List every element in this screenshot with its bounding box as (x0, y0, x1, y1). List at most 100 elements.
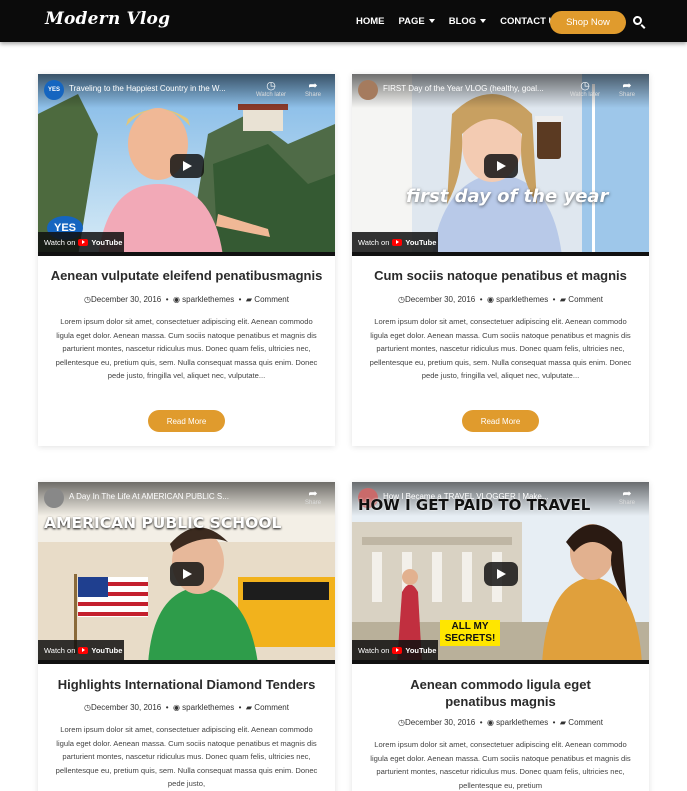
play-button[interactable] (170, 154, 204, 178)
channel-avatar[interactable] (44, 488, 64, 508)
post-excerpt: Lorem ipsum dolor sit amet, consectetuer… (55, 725, 318, 788)
read-more-button[interactable]: Read More (148, 410, 225, 432)
share-label: Share (618, 92, 635, 98)
watch-on-label: Watch on (44, 645, 76, 655)
share-icon: ➦ (622, 488, 632, 500)
watch-later-button[interactable]: ◷ Watch later (252, 80, 290, 98)
post-author[interactable]: sparklethemes (182, 295, 234, 304)
youtube-label: YouTube (91, 237, 123, 247)
post-author[interactable]: sparklethemes (182, 703, 234, 712)
play-button[interactable] (484, 154, 518, 178)
post-meta: ◷December 30, 2016 • ◉ sparklethemes • ▰… (398, 295, 603, 304)
video-title[interactable]: FIRST Day of the Year VLOG (healthy, goa… (383, 84, 563, 93)
user-icon: ◉ (486, 718, 494, 727)
post-meta: ◷December 30, 2016 • ◉ sparklethemes • ▰… (84, 703, 289, 712)
post-author[interactable]: sparklethemes (496, 718, 548, 727)
share-icon: ➦ (308, 488, 318, 500)
share-label: Share (618, 500, 635, 506)
watch-on-youtube-button[interactable]: Watch on YouTube (38, 232, 124, 252)
channel-avatar[interactable] (358, 80, 378, 100)
nav-label: BLOG (448, 15, 477, 27)
clock-icon: ◷ (84, 703, 91, 712)
post-title[interactable]: Aenean commodo ligula eget penatibus mag… (352, 676, 649, 710)
watch-later-button[interactable]: ◷ Watch later (566, 80, 604, 98)
post-comment-link[interactable]: Comment (254, 703, 289, 712)
post-excerpt: Lorem ipsum dolor sit amet, consectetuer… (369, 317, 632, 380)
watch-on-label: Watch on (358, 237, 390, 247)
user-icon: ◉ (172, 295, 180, 304)
play-button[interactable] (484, 562, 518, 586)
share-button[interactable]: ➦ Share (294, 80, 332, 98)
post-excerpt: Lorem ipsum dolor sit amet, consectetuer… (370, 740, 631, 790)
search-icon[interactable] (633, 16, 642, 25)
clock-icon: ◷ (266, 80, 276, 92)
post-title[interactable]: Highlights International Diamond Tenders (38, 676, 335, 693)
video-embed[interactable]: FIRST Day of the Year VLOG (healthy, goa… (352, 74, 649, 256)
watch-later-label: Watch later (569, 92, 601, 98)
nav-label: PAGE (398, 15, 425, 27)
share-button[interactable]: ➦ Share (608, 488, 646, 506)
post-date[interactable]: December 30, 2016 (405, 295, 475, 304)
video-title[interactable]: A Day In The Life At AMERICAN PUBLIC S..… (69, 492, 249, 501)
share-icon: ➦ (308, 80, 318, 92)
user-icon: ◉ (172, 703, 180, 712)
video-embed[interactable]: YES Traveling to the Happiest Country in… (38, 74, 335, 256)
comment-icon: ▰ (559, 718, 567, 727)
post-title[interactable]: Cum sociis natoque penatibus et magnis (352, 267, 649, 284)
share-label: Share (304, 500, 321, 506)
channel-avatar[interactable]: YES (44, 80, 64, 100)
comment-icon: ▰ (245, 295, 253, 304)
watch-on-youtube-button[interactable]: Watch on YouTube (352, 232, 438, 252)
youtube-logo-icon (392, 646, 403, 654)
video-overlay-text: AMERICAN PUBLIC SCHOOL (44, 514, 282, 532)
watch-on-label: Watch on (358, 645, 390, 655)
watch-on-youtube-button[interactable]: Watch on YouTube (38, 640, 124, 660)
post-title[interactable]: Aenean vulputate eleifend penatibusmagni… (38, 267, 335, 284)
watch-on-youtube-button[interactable]: Watch on YouTube (352, 640, 438, 660)
user-icon: ◉ (486, 295, 494, 304)
youtube-label: YouTube (405, 645, 437, 655)
video-title[interactable]: Traveling to the Happiest Country in the… (69, 84, 249, 93)
video-overlay-text: HOW I GET PAID TO TRAVEL (358, 496, 591, 514)
site-header: Modern Vlog HOME PAGE BLOG CONTACT US Sh… (0, 0, 687, 42)
post-date[interactable]: December 30, 2016 (91, 703, 161, 712)
clock-icon: ◷ (398, 718, 405, 727)
watch-later-label: Watch later (255, 92, 287, 98)
video-bottom-bar (38, 252, 335, 256)
comment-icon: ▰ (559, 295, 567, 304)
post-excerpt: Lorem ipsum dolor sit amet, consectetuer… (55, 317, 318, 380)
youtube-logo-icon (392, 238, 403, 246)
video-overlay-text-secondary: ALL MY SECRETS! (440, 620, 500, 646)
nav-label: HOME (356, 15, 385, 27)
youtube-logo-icon (78, 646, 89, 654)
nav-home[interactable]: HOME (356, 16, 385, 27)
site-logo[interactable]: Modern Vlog (45, 9, 170, 29)
youtube-label: YouTube (91, 645, 123, 655)
share-button[interactable]: ➦ Share (294, 488, 332, 506)
post-author[interactable]: sparklethemes (496, 295, 548, 304)
nav-blog[interactable]: BLOG (448, 15, 487, 27)
comment-icon: ▰ (245, 703, 253, 712)
post-meta: ◷December 30, 2016 • ◉ sparklethemes • ▰… (84, 295, 289, 304)
post-date[interactable]: December 30, 2016 (405, 718, 475, 727)
nav-page[interactable]: PAGE (399, 16, 435, 27)
video-overlay-text: first day of the year (406, 186, 609, 207)
video-embed[interactable]: How I Became a TRAVEL VLOGGER | Make... … (352, 482, 649, 664)
post-card: How I Became a TRAVEL VLOGGER | Make... … (352, 482, 649, 791)
video-embed[interactable]: A Day In The Life At AMERICAN PUBLIC S..… (38, 482, 335, 664)
post-meta: ◷December 30, 2016 • ◉ sparklethemes • ▰… (398, 718, 603, 727)
chevron-down-icon (428, 19, 435, 23)
clock-icon: ◷ (398, 295, 405, 304)
video-bottom-bar (352, 660, 649, 664)
post-date[interactable]: December 30, 2016 (91, 295, 161, 304)
share-icon: ➦ (622, 80, 632, 92)
play-button[interactable] (170, 562, 204, 586)
post-comment-link[interactable]: Comment (568, 718, 603, 727)
share-button[interactable]: ➦ Share (608, 80, 646, 98)
shop-now-button[interactable]: Shop Now (550, 11, 626, 34)
chevron-down-icon (480, 19, 487, 23)
post-comment-link[interactable]: Comment (568, 295, 603, 304)
read-more-button[interactable]: Read More (462, 410, 539, 432)
post-card: A Day In The Life At AMERICAN PUBLIC S..… (38, 482, 335, 791)
post-comment-link[interactable]: Comment (254, 295, 289, 304)
